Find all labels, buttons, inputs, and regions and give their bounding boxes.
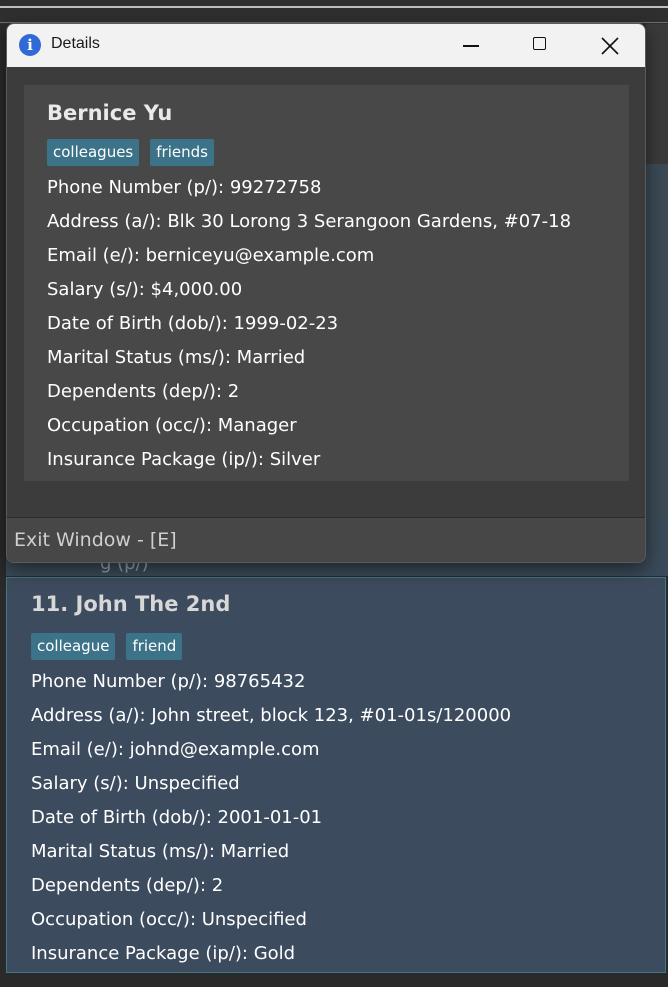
tag: friend: [126, 633, 183, 660]
close-button[interactable]: [585, 24, 633, 67]
salary-field: Salary (s/): Unspecified: [31, 773, 240, 794]
window-title: Details: [51, 35, 100, 52]
email-field: Email (e/): berniceyu@example.com: [47, 245, 375, 266]
person-name: 11. John The 2nd: [31, 592, 231, 616]
exit-window-hint[interactable]: Exit Window - [E]: [14, 529, 177, 551]
maximize-button[interactable]: [516, 24, 564, 67]
minimize-button[interactable]: [447, 24, 495, 67]
address-field: Address (a/): Blk 30 Lorong 3 Serangoon …: [47, 211, 572, 232]
maximize-icon: [533, 37, 546, 50]
address-field: Address (a/): John street, block 123, #0…: [31, 705, 512, 726]
dependents-field: Dependents (dep/): 2: [31, 875, 224, 896]
person-detail-card: Bernice Yu colleagues friends Phone Numb…: [24, 85, 629, 481]
insurance-field: Insurance Package (ip/): Silver: [47, 449, 321, 470]
dob-field: Date of Birth (dob/): 2001-01-01: [31, 807, 323, 828]
tag: colleagues: [47, 139, 140, 166]
salary-field: Salary (s/): $4,000.00: [47, 279, 243, 300]
marital-status-field: Marital Status (ms/): Married: [31, 841, 290, 862]
tag-list: colleague friend: [31, 633, 183, 660]
details-window: i Details Bernice Yu colleagues friends: [6, 23, 646, 563]
phone-field: Phone Number (p/): 98765432: [31, 671, 306, 692]
occupation-field: Occupation (occ/): Manager: [47, 415, 297, 436]
close-icon: [601, 37, 619, 55]
minimize-icon: [463, 45, 479, 47]
window-titlebar[interactable]: i Details: [7, 24, 645, 67]
dependents-field: Dependents (dep/): 2: [47, 381, 240, 402]
tag: colleague: [31, 633, 116, 660]
email-field: Email (e/): johnd@example.com: [31, 739, 320, 760]
dob-field: Date of Birth (dob/): 1999-02-23: [47, 313, 339, 334]
background-panel: [646, 24, 668, 164]
tag-list: colleagues friends: [47, 139, 214, 166]
background-list-edge: [646, 164, 668, 564]
marital-status-field: Marital Status (ms/): Married: [47, 347, 306, 368]
info-icon: i: [19, 34, 41, 56]
divider: [0, 6, 668, 8]
window-footer: Exit Window - [E]: [7, 517, 645, 562]
app-screen: g (p/) 11. John The 2nd colleague friend…: [0, 0, 668, 987]
person-name: Bernice Yu: [47, 101, 173, 125]
background-app-bar: [0, 0, 668, 24]
list-item-card[interactable]: 11. John The 2nd colleague friend Phone …: [6, 577, 666, 973]
occupation-field: Occupation (occ/): Unspecified: [31, 909, 307, 930]
tag: friends: [150, 139, 214, 166]
phone-field: Phone Number (p/): 99272758: [47, 177, 322, 198]
window-content: Bernice Yu colleagues friends Phone Numb…: [7, 67, 645, 517]
insurance-field: Insurance Package (ip/): Gold: [31, 943, 296, 964]
